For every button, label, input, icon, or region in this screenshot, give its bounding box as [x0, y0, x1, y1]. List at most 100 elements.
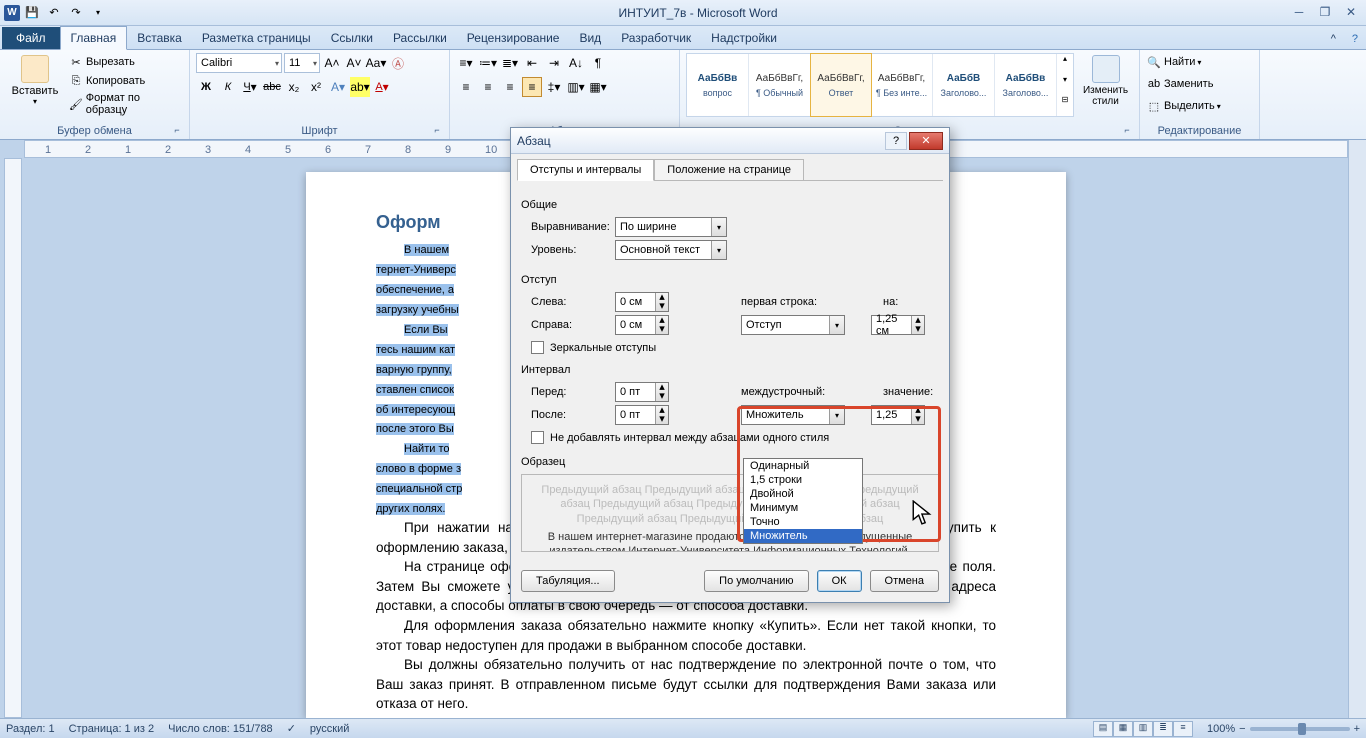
- no-add-space-check[interactable]: Не добавлять интервал между абзацами одн…: [531, 431, 939, 444]
- firstline-combo[interactable]: Отступ▾: [741, 315, 845, 335]
- dropdown-option[interactable]: 1,5 строки: [744, 473, 862, 487]
- outline-combo[interactable]: Основной текст▾: [615, 240, 727, 260]
- multilevel-icon[interactable]: ≣▾: [500, 53, 520, 73]
- zoom-in-icon[interactable]: +: [1354, 723, 1360, 735]
- tab-home[interactable]: Главная: [60, 26, 128, 50]
- vertical-scrollbar[interactable]: [1348, 140, 1366, 718]
- default-button[interactable]: По умолчанию: [704, 570, 808, 592]
- view-buttons[interactable]: ▤ ▦ ▥ ≣ ≡: [1093, 721, 1193, 737]
- change-case-icon[interactable]: Aa▾: [366, 53, 386, 73]
- dialog-titlebar[interactable]: Абзац ? ✕: [511, 128, 949, 154]
- cancel-button[interactable]: Отмена: [870, 570, 939, 592]
- view-outline-icon[interactable]: ≣: [1153, 721, 1173, 737]
- dropdown-option[interactable]: Одинарный: [744, 459, 862, 473]
- tab-mailings[interactable]: Рассылки: [383, 27, 457, 49]
- styles-launcher-icon[interactable]: ⌐: [1121, 125, 1133, 137]
- copy-button[interactable]: ⎘Копировать: [68, 72, 183, 90]
- line-spacing-icon[interactable]: ‡▾: [544, 77, 564, 97]
- dropdown-option[interactable]: Двойной: [744, 487, 862, 501]
- numbering-icon[interactable]: ≔▾: [478, 53, 498, 73]
- tab-developer[interactable]: Разработчик: [611, 27, 701, 49]
- dialog-tab-indents[interactable]: Отступы и интервалы: [517, 159, 654, 181]
- bold-button[interactable]: Ж: [196, 77, 216, 97]
- increase-indent-icon[interactable]: ⇥: [544, 53, 564, 73]
- italic-button[interactable]: К: [218, 77, 238, 97]
- qat-more-icon[interactable]: ▾: [88, 3, 108, 23]
- change-styles-button[interactable]: Изменить стили: [1078, 53, 1133, 109]
- linespacing-dropdown[interactable]: Одинарный 1,5 строки Двойной Минимум Точ…: [743, 458, 863, 544]
- linespacing-combo[interactable]: Множитель▾: [741, 405, 845, 425]
- redo-icon[interactable]: ↷: [66, 3, 86, 23]
- tab-insert[interactable]: Вставка: [127, 27, 192, 49]
- status-words[interactable]: Число слов: 151/788: [168, 723, 273, 735]
- save-icon[interactable]: 💾: [22, 3, 42, 23]
- underline-button[interactable]: Ч▾: [240, 77, 260, 97]
- dropdown-option-selected[interactable]: Множитель: [744, 529, 862, 543]
- zoom-value[interactable]: 100%: [1207, 723, 1235, 735]
- tab-review[interactable]: Рецензирование: [457, 27, 570, 49]
- cut-button[interactable]: ✂Вырезать: [68, 53, 183, 71]
- font-color-icon[interactable]: A▾: [372, 77, 392, 97]
- zoom-slider[interactable]: [1250, 727, 1350, 731]
- subscript-button[interactable]: x₂: [284, 77, 304, 97]
- decrease-indent-icon[interactable]: ⇤: [522, 53, 542, 73]
- strike-button[interactable]: abc: [262, 77, 282, 97]
- dialog-help-button[interactable]: ?: [885, 132, 907, 150]
- grow-font-icon[interactable]: A˄: [322, 53, 342, 73]
- gallery-down-icon[interactable]: ▾: [1057, 75, 1073, 96]
- bullets-icon[interactable]: ≡▾: [456, 53, 476, 73]
- alignment-combo[interactable]: По ширине▾: [615, 217, 727, 237]
- style-item[interactable]: АаБбВвГг,¶ Обычный: [749, 54, 811, 116]
- undo-icon[interactable]: ↶: [44, 3, 64, 23]
- restore-button[interactable]: ❐: [1314, 5, 1336, 21]
- borders-icon[interactable]: ▦▾: [588, 77, 608, 97]
- view-print-icon[interactable]: ▤: [1093, 721, 1113, 737]
- ok-button[interactable]: ОК: [817, 570, 862, 592]
- font-name-combo[interactable]: Calibri▾: [196, 53, 282, 73]
- tab-references[interactable]: Ссылки: [321, 27, 383, 49]
- gallery-more-icon[interactable]: ⊟: [1057, 95, 1073, 116]
- show-marks-icon[interactable]: ¶: [588, 53, 608, 73]
- firstline-by-spin[interactable]: 1,25 см▴▾: [871, 315, 925, 335]
- superscript-button[interactable]: x²: [306, 77, 326, 97]
- sort-icon[interactable]: A↓: [566, 53, 586, 73]
- status-proof-icon[interactable]: ✓: [287, 722, 296, 735]
- align-right-icon[interactable]: ≡: [500, 77, 520, 97]
- space-before-spin[interactable]: 0 пт▴▾: [615, 382, 669, 402]
- clear-format-icon[interactable]: Ⓐ: [388, 53, 408, 73]
- styles-gallery[interactable]: АаБбВввопрос АаБбВвГг,¶ Обычный АаБбВвГг…: [686, 53, 1074, 117]
- dropdown-option[interactable]: Точно: [744, 515, 862, 529]
- gallery-up-icon[interactable]: ▴: [1057, 54, 1073, 75]
- font-size-combo[interactable]: 11▾: [284, 53, 320, 73]
- style-item[interactable]: АаБбВввопрос: [687, 54, 749, 116]
- ribbon-minimize-icon[interactable]: ^: [1323, 29, 1344, 49]
- dropdown-option[interactable]: Минимум: [744, 501, 862, 515]
- view-fullscreen-icon[interactable]: ▦: [1113, 721, 1133, 737]
- view-draft-icon[interactable]: ≡: [1173, 721, 1193, 737]
- tab-view[interactable]: Вид: [569, 27, 611, 49]
- tab-page-layout[interactable]: Разметка страницы: [192, 27, 321, 49]
- close-button[interactable]: ✕: [1340, 5, 1362, 21]
- replace-button[interactable]: abЗаменить: [1146, 75, 1213, 93]
- style-item-selected[interactable]: АаБбВвГг,Ответ: [810, 53, 872, 117]
- select-button[interactable]: ⬚Выделить▾: [1146, 97, 1221, 115]
- style-item[interactable]: АаБбВЗаголово...: [933, 54, 995, 116]
- shrink-font-icon[interactable]: A˅: [344, 53, 364, 73]
- vertical-ruler[interactable]: [4, 158, 22, 718]
- status-section[interactable]: Раздел: 1: [6, 723, 55, 735]
- align-justify-icon[interactable]: ≡: [522, 77, 542, 97]
- linespacing-at-spin[interactable]: 1,25▴▾: [871, 405, 925, 425]
- minimize-button[interactable]: ─: [1288, 5, 1310, 21]
- dialog-tab-position[interactable]: Положение на странице: [654, 159, 804, 181]
- view-web-icon[interactable]: ▥: [1133, 721, 1153, 737]
- tabs-button[interactable]: Табуляция...: [521, 570, 615, 592]
- indent-left-spin[interactable]: 0 см▴▾: [615, 292, 669, 312]
- align-left-icon[interactable]: ≡: [456, 77, 476, 97]
- file-tab[interactable]: Файл: [2, 27, 60, 49]
- style-item[interactable]: АаБбВвГг,¶ Без инте...: [871, 54, 933, 116]
- mirror-indents-check[interactable]: Зеркальные отступы: [531, 341, 939, 354]
- clipboard-launcher-icon[interactable]: ⌐: [171, 125, 183, 137]
- highlight-icon[interactable]: ab▾: [350, 77, 370, 97]
- tab-addins[interactable]: Надстройки: [701, 27, 787, 49]
- font-launcher-icon[interactable]: ⌐: [431, 125, 443, 137]
